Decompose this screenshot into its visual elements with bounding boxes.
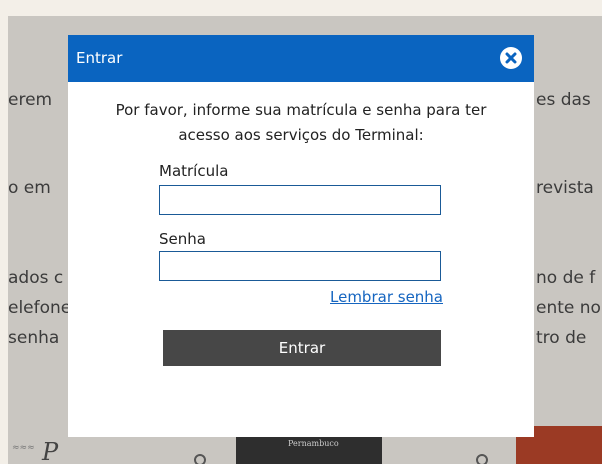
close-button[interactable] [500, 47, 522, 69]
login-instructions: Por favor, informe sua matrícula e senha… [115, 101, 487, 144]
dialog-header: Entrar [68, 35, 534, 82]
login-dialog: Entrar Por favor, informe sua matrícula … [68, 35, 534, 437]
background-text: tro de [536, 328, 587, 348]
background-text: senha [8, 328, 60, 348]
background-text: ados c [8, 268, 64, 288]
matricula-input[interactable] [159, 185, 441, 215]
news-thumbnail: Pernambuco [236, 437, 382, 464]
dialog-title: Entrar [76, 49, 123, 67]
news-thumbnail-text: Pernambuco [288, 439, 339, 448]
background-text: ente no [536, 298, 601, 318]
svg-text:P: P [41, 438, 59, 464]
background-text: o em [8, 178, 51, 198]
person-icon [476, 454, 488, 464]
person-icon [194, 454, 206, 464]
background-text: es das [536, 90, 591, 110]
logo-thumbnail: ≈≈≈ P [12, 438, 59, 464]
senha-label: Senha [159, 230, 206, 248]
close-icon [505, 52, 517, 64]
matricula-label: Matrícula [159, 162, 229, 180]
background-text: revista [536, 178, 594, 198]
senha-input[interactable] [159, 251, 441, 281]
background-text: elefone [8, 298, 72, 318]
background-text: erem [8, 90, 53, 110]
svg-text:≈≈≈: ≈≈≈ [12, 443, 35, 453]
remember-password-link[interactable]: Lembrar senha [330, 288, 443, 306]
login-submit-button[interactable]: Entrar [163, 330, 441, 366]
background-text: no de f [536, 268, 596, 288]
